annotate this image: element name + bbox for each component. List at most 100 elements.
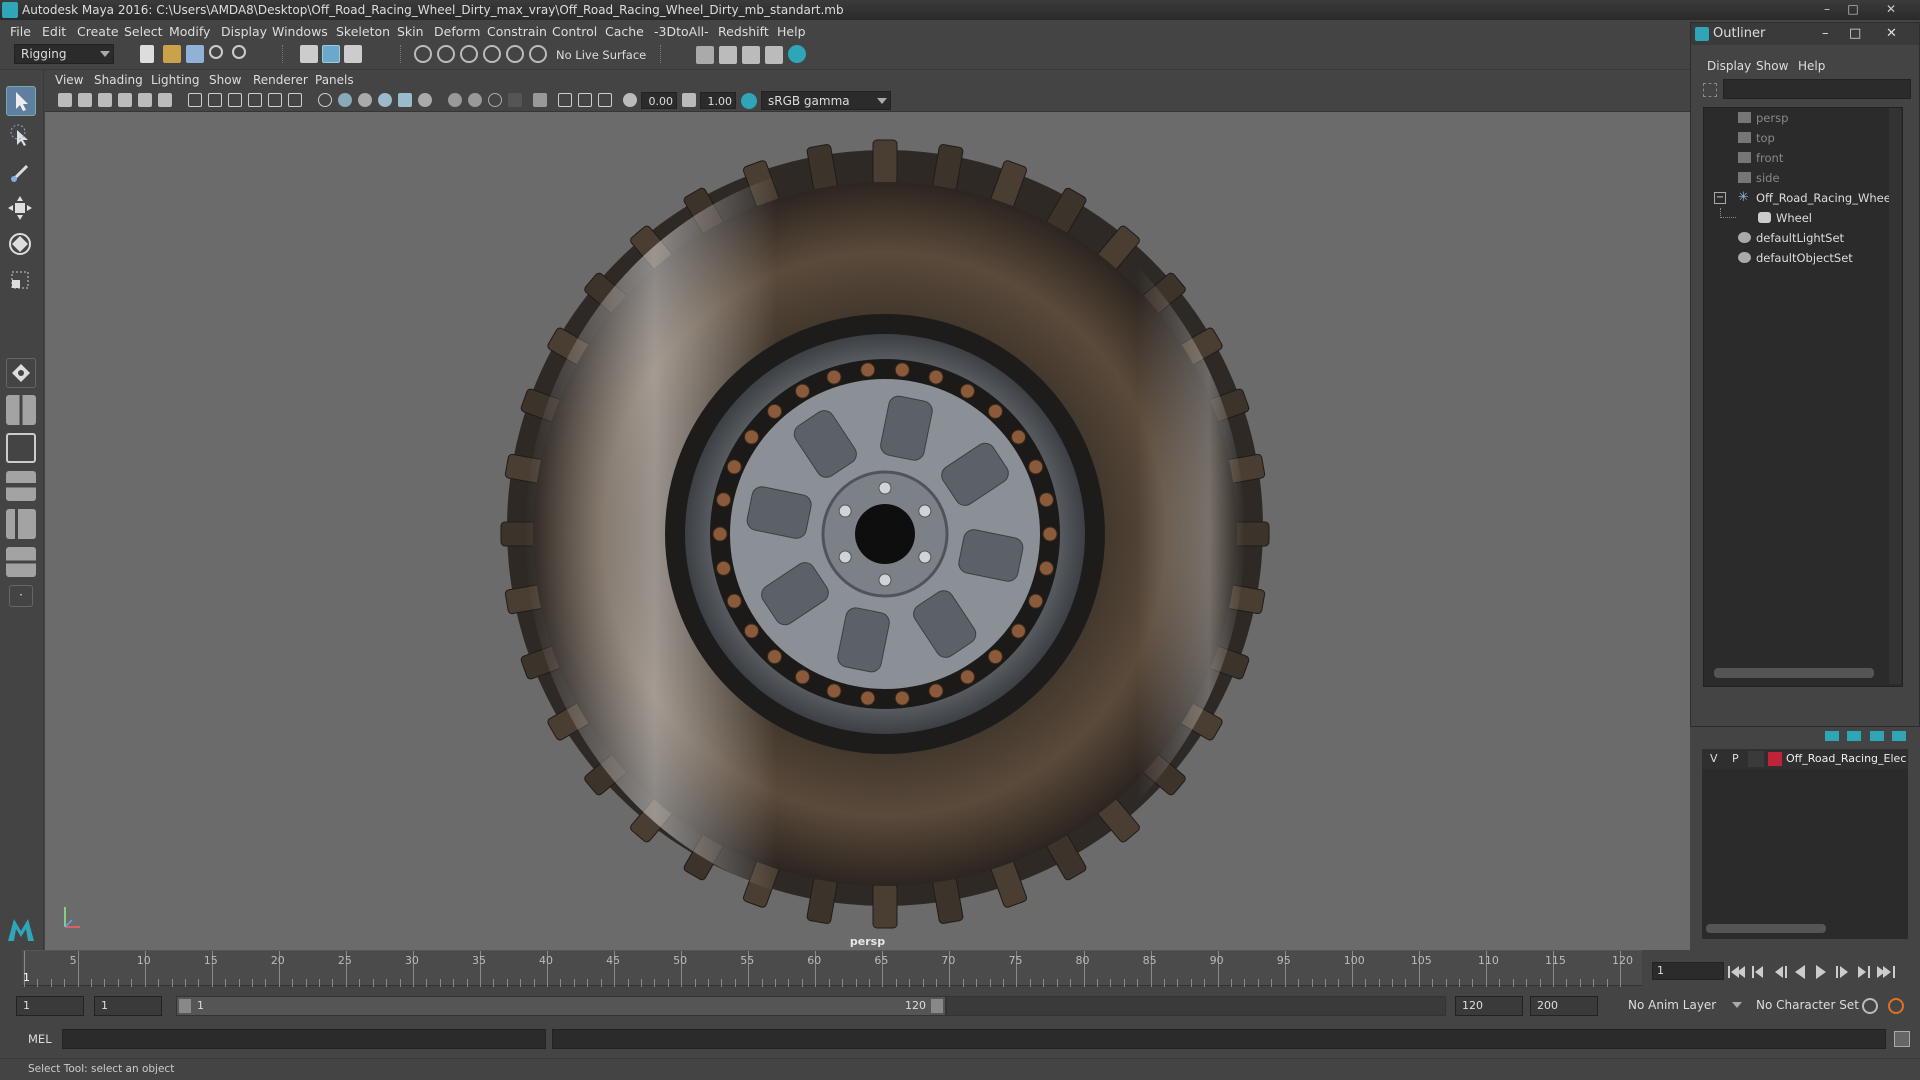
ambient-occlusion-icon[interactable] [448,93,462,107]
custom-layout-button[interactable]: · [9,585,33,607]
character-set-dropdown[interactable]: No Character Set [1750,996,1868,1016]
image-plane-icon[interactable] [118,93,132,107]
exposure-icon[interactable] [623,93,637,107]
bookmark-icon[interactable] [98,93,112,107]
outliner-minimize-button[interactable]: – [1822,23,1829,45]
range-slider-track[interactable] [946,996,1446,1016]
use-all-lights-icon[interactable] [398,93,412,107]
collapse-toggle[interactable]: − [1714,192,1726,204]
gamma-icon[interactable] [682,93,696,107]
range-end-handle[interactable] [931,999,943,1013]
script-language-toggle[interactable]: MEL [28,1032,52,1046]
outliner-hscrollbar[interactable] [1714,668,1874,678]
anim-preferences-icon[interactable] [1888,998,1904,1014]
anim-layer-dropdown[interactable]: No Anim Layer [1622,996,1744,1016]
textured-icon[interactable] [378,93,392,107]
outliner-item[interactable]: persp [1704,108,1900,128]
snap-point-icon[interactable] [460,45,478,63]
outliner-persp-layout-icon[interactable] [6,509,36,539]
grease-pencil-icon[interactable] [158,93,172,107]
go-to-end-button[interactable] [1877,966,1895,978]
outliner-item[interactable]: Wheel [1704,208,1900,228]
panel-menu-show[interactable]: Show [209,73,241,87]
scene-end-field[interactable]: 200 [1530,996,1598,1016]
menu-display[interactable]: Display [221,24,267,39]
outliner-item[interactable]: defaultObjectSet [1704,248,1900,268]
xray-joints-icon[interactable] [578,93,592,107]
menu-3dtoall[interactable]: -3DtoAll- [654,24,709,39]
gate-mask-icon[interactable] [248,93,262,107]
menu-create[interactable]: Create [77,24,119,39]
isolate-select-icon[interactable] [533,93,547,107]
single-view-layout-icon[interactable] [6,433,36,463]
rotate-tool-button[interactable] [6,230,36,260]
menu-cache[interactable]: Cache [605,24,644,39]
render-frame-icon[interactable] [719,46,737,64]
film-gate-icon[interactable] [208,93,222,107]
range-start-handle[interactable] [179,999,191,1013]
layer-hscrollbar[interactable] [1706,924,1826,933]
redshift-render-icon[interactable] [788,45,806,63]
step-forward-frame-button[interactable] [1836,966,1848,978]
safe-action-icon[interactable] [288,93,302,107]
move-tool-button[interactable] [6,194,36,224]
scene-start-field[interactable]: 1 [16,996,84,1016]
play-forward-button[interactable] [1816,965,1826,979]
outliner-menu-show[interactable]: Show [1756,59,1788,73]
auto-key-icon[interactable] [1862,998,1878,1014]
xray-components-icon[interactable] [598,93,612,107]
menu-skeleton[interactable]: Skeleton [336,24,390,39]
undo-icon[interactable] [209,45,223,59]
layer-name[interactable]: Off_Road_Racing_Elec [1786,752,1906,765]
gamma-field[interactable]: 1.00 [700,92,736,109]
panel-menu-view[interactable]: View [55,73,83,87]
go-to-start-button[interactable] [1728,966,1745,978]
playback-end-field[interactable]: 120 [1455,996,1523,1016]
select-hierarchy-icon[interactable] [300,45,318,63]
minimize-button[interactable]: – [1816,0,1838,18]
menu-redshift[interactable]: Redshift [718,24,769,39]
render-view-icon[interactable] [765,46,783,64]
outliner-close-button[interactable]: ✕ [1886,23,1897,45]
open-scene-icon[interactable] [163,45,181,63]
layer-playback-toggle[interactable]: P [1732,752,1739,765]
layer-move-up-icon[interactable] [1825,731,1839,741]
command-input[interactable] [62,1029,546,1049]
snap-view-icon[interactable] [483,45,501,63]
xray-icon[interactable] [558,93,572,107]
layer-row[interactable]: V P Off_Road_Racing_Elec [1702,749,1908,769]
save-scene-icon[interactable] [186,45,204,63]
panel-menu-renderer[interactable]: Renderer [253,73,308,87]
time-ruler[interactable]: 1 5 10 15 20 25 30 35 40 45 50 55 60 65 70 75 80 85 90 95 10… [22,950,1642,987]
camera-select-icon[interactable] [58,93,72,107]
2d-pan-zoom-icon[interactable] [138,93,152,107]
new-layer-selected-icon[interactable] [1892,731,1906,741]
new-layer-icon[interactable] [1870,731,1884,741]
resolution-gate-icon[interactable] [228,93,242,107]
redo-icon[interactable] [232,45,246,59]
shadows-icon[interactable] [418,93,432,107]
menu-modify[interactable]: Modify [169,24,210,39]
menu-help[interactable]: Help [777,24,806,39]
last-tool-button[interactable] [6,358,36,388]
select-tool-button[interactable] [6,86,36,116]
step-back-key-button[interactable] [1752,966,1763,978]
grid-icon[interactable] [188,93,202,107]
snap-grid-icon[interactable] [414,45,432,63]
live-surface-label[interactable]: No Live Surface [556,48,646,62]
wireframe-on-shaded-icon[interactable] [358,93,372,107]
menu-file[interactable]: File [10,24,31,39]
exposure-field[interactable]: 0.00 [641,92,677,109]
menu-edit[interactable]: Edit [42,24,66,39]
step-back-frame-button[interactable] [1775,966,1787,978]
script-editor-icon[interactable] [1894,1031,1910,1047]
select-component-icon[interactable] [344,45,362,63]
current-frame-field[interactable]: 1 [1652,962,1724,980]
outliner-menu-display[interactable]: Display [1707,59,1751,73]
smooth-shade-icon[interactable] [338,93,352,107]
view-transform-dropdown[interactable]: sRGB gamma [761,91,891,110]
snap-surface-icon[interactable] [506,45,524,63]
motion-blur-icon[interactable] [468,93,482,107]
menu-constrain[interactable]: Constrain [487,24,547,39]
outliner-maximize-button[interactable]: □ [1849,23,1861,45]
